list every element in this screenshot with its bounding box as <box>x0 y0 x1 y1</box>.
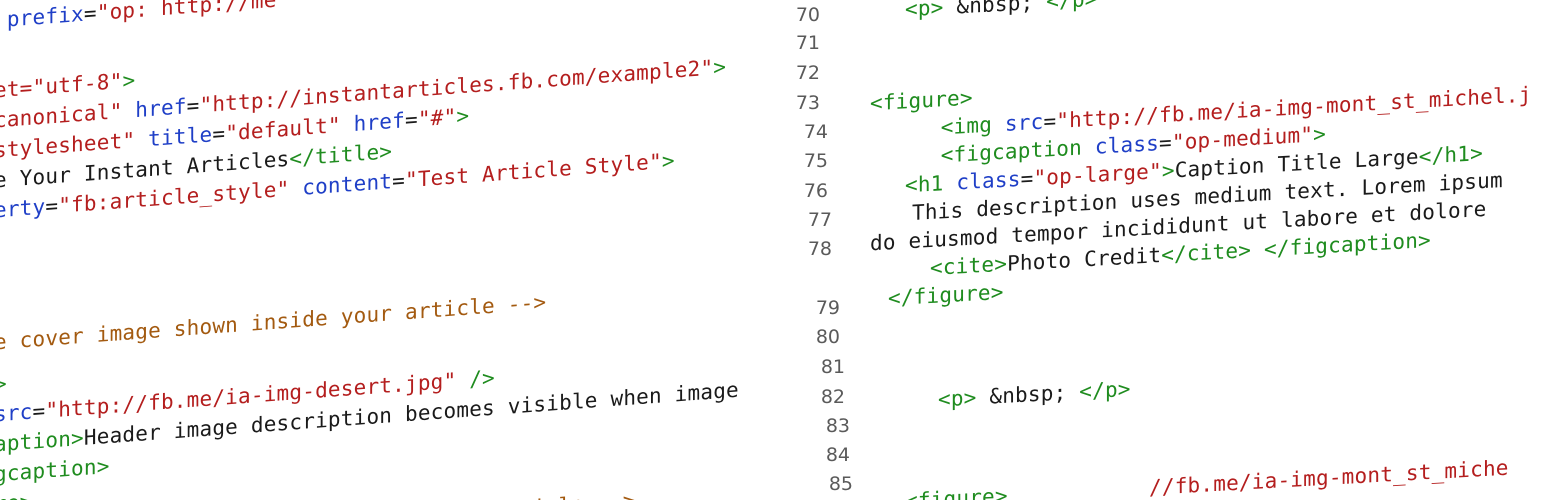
code-token: "op-medium" <box>1171 122 1314 155</box>
code-token: </cite> <box>1161 238 1252 268</box>
code-token: src <box>1004 109 1044 136</box>
right-code-line: <p> &nbsp; </p> <box>938 377 1131 412</box>
code-token: class <box>1094 131 1160 159</box>
code-token: <figcaption <box>940 135 1082 168</box>
code-token: <h1 <box>905 171 944 198</box>
code-token: class <box>956 166 1021 195</box>
code-token: <p> <box>905 0 944 22</box>
right-code-pane: <p> &nbsp; </p> <figure> <img src="http:/… <box>0 0 1544 500</box>
code-token: <cite> <box>930 251 1008 281</box>
code-token: &nbsp; <box>943 0 1047 20</box>
code-token: &nbsp; <box>976 379 1080 410</box>
code-token: "op-large" <box>1033 159 1162 191</box>
code-editor-photo: prefix="op: http://me et="utf-8"> canonica… <box>0 0 1544 500</box>
code-token: = <box>1043 108 1057 134</box>
code-token: </p> <box>1046 0 1098 14</box>
code-token: = <box>1020 166 1034 191</box>
code-token: </h1> <box>1418 141 1483 169</box>
right-code-line: <figure> <box>870 86 973 116</box>
right-code-line: <p> &nbsp; </p> <box>905 0 1098 21</box>
code-token: > <box>1313 121 1326 147</box>
code-token: </figcaption> <box>1263 227 1431 262</box>
code-token: </figure> <box>888 279 1004 311</box>
code-token: Photo Credit <box>1007 243 1162 276</box>
code-token: <p> <box>938 385 977 412</box>
code-token: <img <box>940 112 993 140</box>
right-code-line: </figure> <box>888 280 1004 310</box>
code-token: > <box>1161 158 1175 184</box>
code-token: = <box>1159 130 1172 156</box>
code-token: </p> <box>1079 376 1131 404</box>
line-number: 85 <box>828 473 853 495</box>
code-token: <figure> <box>870 85 973 116</box>
